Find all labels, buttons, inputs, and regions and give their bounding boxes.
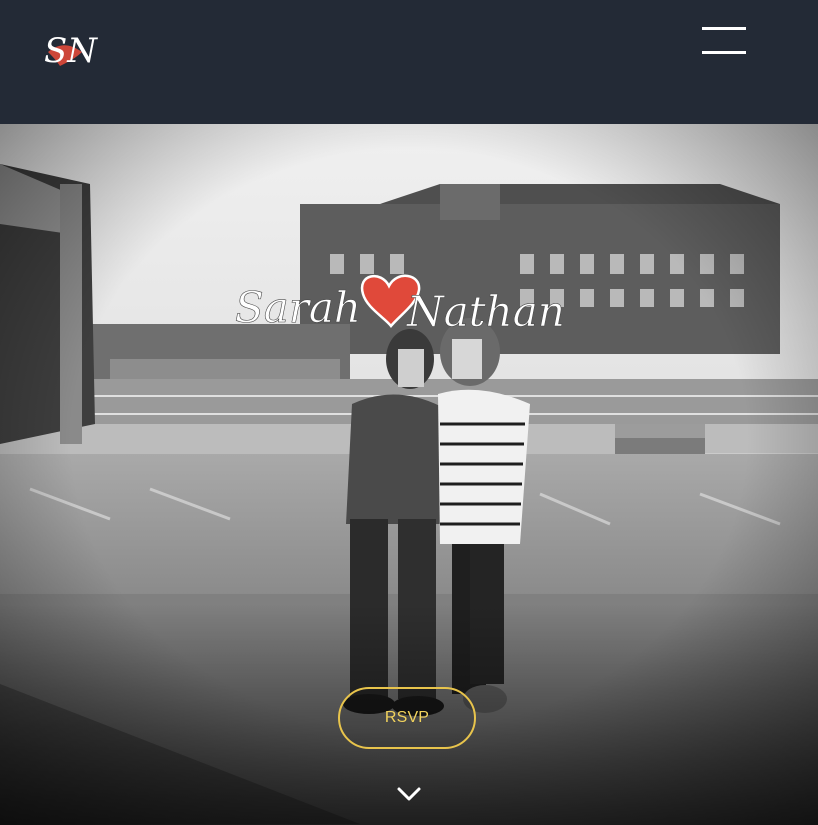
page: SN Sarah Nathan RSVP [0,0,818,825]
logo-letter-s: SN [44,31,98,71]
hamburger-menu-icon-bar [702,51,746,54]
menu-button[interactable] [698,24,750,60]
site-logo[interactable]: SN [38,22,100,84]
hamburger-menu-icon [702,27,746,30]
rsvp-button[interactable]: RSVP [338,687,476,749]
site-header: SN [0,0,818,124]
hero-title-second-name: Nathan [406,287,565,336]
hero-title: Sarah Nathan [235,274,565,336]
chevron-down-icon[interactable] [396,784,422,804]
hero-section: Sarah Nathan RSVP [0,124,818,825]
hero-title-first-name: Sarah [235,283,361,332]
